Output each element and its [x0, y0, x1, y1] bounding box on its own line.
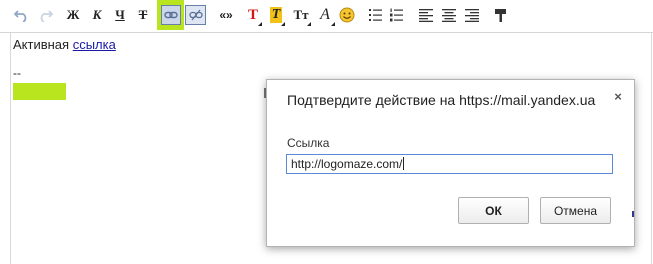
signature-separator: -- [13, 66, 21, 80]
text-color-icon: T [247, 6, 258, 23]
numbered-list-button[interactable] [387, 4, 405, 26]
font-family-button[interactable]: A [314, 4, 336, 26]
dialog-title: Подтвердите действие на https://mail.yan… [287, 92, 596, 108]
numbered-list-icon [389, 8, 403, 22]
undo-icon[interactable] [12, 4, 32, 26]
unlink-button[interactable] [185, 5, 206, 25]
dropdown-arrow-icon [258, 22, 262, 26]
align-center-icon [442, 8, 456, 22]
align-left-button[interactable] [417, 4, 435, 26]
link-url-value: http://logomaze.com/ [291, 157, 403, 171]
background-color-icon: T [269, 7, 283, 23]
text-color-button[interactable]: T [243, 4, 263, 26]
bulleted-list-button[interactable] [366, 4, 384, 26]
editor-left-border [10, 33, 11, 264]
editor-text-line: Активная ссылка [13, 37, 116, 52]
dropdown-arrow-icon [281, 22, 285, 26]
text-caret [403, 157, 405, 170]
editor-toolbar: Ж К Ч Т «» T T Tт A [0, 0, 653, 32]
font-size-button[interactable]: Tт [290, 4, 312, 26]
link-icon [164, 11, 178, 19]
close-icon[interactable]: × [611, 89, 625, 104]
font-size-icon: Tт [293, 7, 309, 22]
align-center-button[interactable] [440, 4, 458, 26]
editor-right-border [651, 33, 652, 264]
quote-button[interactable]: «» [213, 4, 239, 26]
font-family-icon: A [320, 6, 330, 23]
unlink-icon [188, 9, 203, 21]
bulleted-list-icon [368, 9, 382, 21]
dropdown-arrow-icon [307, 22, 311, 26]
link-field-label: Ссылка [287, 136, 330, 150]
smiley-button[interactable] [337, 4, 357, 26]
italic-button[interactable]: К [88, 4, 106, 26]
strikethrough-button[interactable]: Т [134, 4, 152, 26]
confirm-dialog: Подтвердите действие на https://mail.yan… [266, 79, 635, 247]
ok-button[interactable]: ОК [458, 197, 529, 224]
active-text: Активная [13, 37, 70, 52]
dropdown-arrow-icon [331, 22, 335, 26]
redo-icon[interactable] [35, 4, 55, 26]
align-right-button[interactable] [463, 4, 481, 26]
cancel-button[interactable]: Отмена [540, 197, 611, 224]
link-button[interactable] [161, 5, 181, 25]
highlighted-block [13, 83, 66, 100]
link-url-input[interactable]: http://logomaze.com/ [286, 154, 613, 174]
bg-color-button[interactable]: T [266, 4, 286, 26]
align-left-icon [419, 8, 433, 22]
smiley-icon [339, 7, 355, 23]
bold-button[interactable]: Ж [64, 4, 82, 26]
format-painter-icon [495, 8, 506, 22]
scroll-mark [632, 211, 634, 217]
underline-button[interactable]: Ч [111, 4, 129, 26]
editor-link[interactable]: ссылка [73, 37, 116, 52]
align-right-icon [465, 8, 479, 22]
format-painter-button[interactable] [492, 4, 510, 26]
